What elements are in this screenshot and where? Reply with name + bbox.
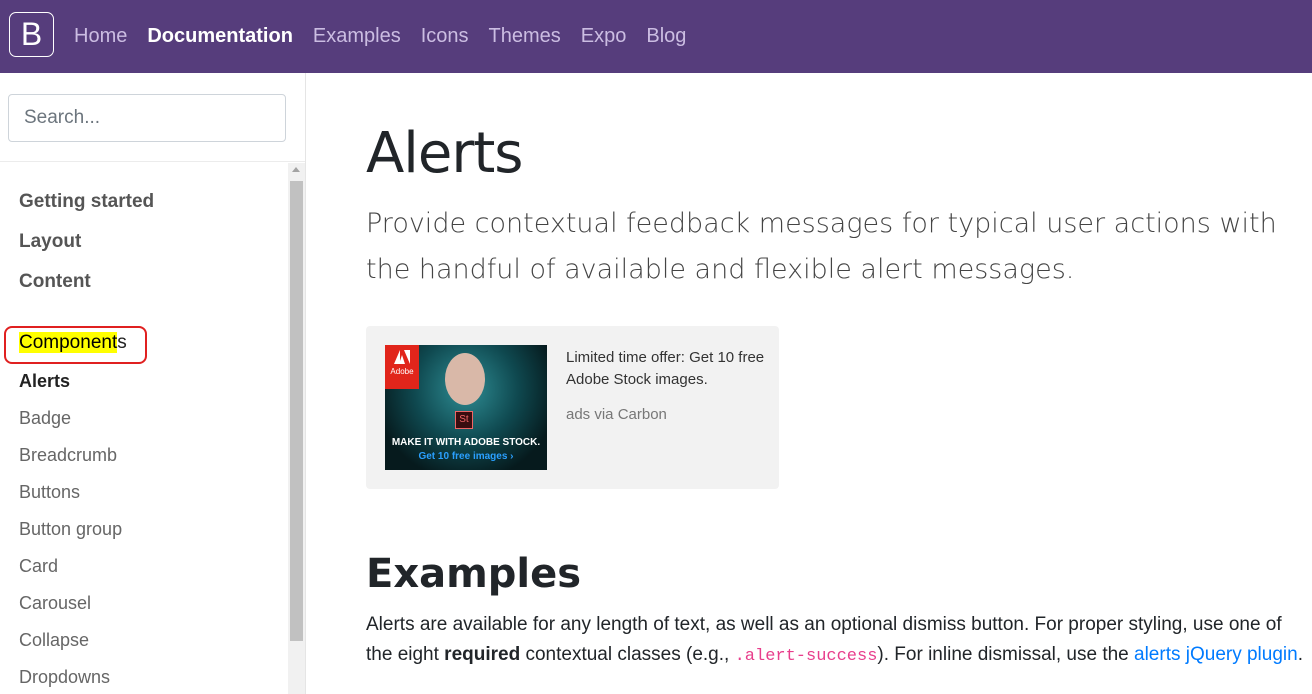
sidebar-section-content[interactable]: Content: [19, 271, 91, 293]
sidebar-item-collapse[interactable]: Collapse: [19, 630, 89, 651]
sidebar-section-getting-started[interactable]: Getting started: [19, 191, 154, 213]
bootstrap-logo[interactable]: B: [9, 12, 54, 57]
ad-portrait: [445, 353, 485, 405]
para-text-4: .: [1297, 644, 1303, 665]
stock-icon: St: [455, 411, 473, 429]
sidebar-item-alerts[interactable]: Alerts: [19, 371, 70, 392]
sidebar-section-components[interactable]: Components: [19, 332, 127, 354]
sidebar-item-carousel[interactable]: Carousel: [19, 593, 91, 614]
ad-image[interactable]: Adobe St MAKE IT WITH ADOBE STOCK. Get 1…: [385, 345, 547, 470]
components-suffix: s: [117, 332, 127, 353]
sidebar-item-breadcrumb[interactable]: Breadcrumb: [19, 445, 117, 466]
adobe-logo-icon: Adobe: [385, 345, 419, 389]
examples-paragraph: Alerts are available for any length of t…: [366, 610, 1311, 672]
sidebar-item-dropdowns[interactable]: Dropdowns: [19, 667, 110, 688]
para-bold: required: [444, 644, 521, 665]
section-heading-examples: Examples: [366, 551, 582, 597]
para-text-2: contextual classes (e.g.,: [520, 644, 735, 665]
nav-icons[interactable]: Icons: [421, 25, 469, 48]
nav-links: Home Documentation Examples Icons Themes…: [74, 0, 706, 73]
para-text-3: ). For inline dismissal, use the: [877, 644, 1135, 665]
search-area: [0, 73, 305, 162]
sidebar-scrollbar[interactable]: [288, 163, 305, 694]
highlighted-text: Component: [19, 332, 118, 353]
sidebar-item-card[interactable]: Card: [19, 556, 58, 577]
carbon-ad[interactable]: Adobe St MAKE IT WITH ADOBE STOCK. Get 1…: [366, 326, 779, 489]
scrollbar-thumb[interactable]: [290, 181, 303, 641]
sidebar-item-button-group[interactable]: Button group: [19, 519, 122, 540]
nav-blog[interactable]: Blog: [646, 25, 686, 48]
ad-tagline: MAKE IT WITH ADOBE STOCK.: [391, 437, 541, 448]
nav-themes[interactable]: Themes: [489, 25, 561, 48]
sidebar-item-badge[interactable]: Badge: [19, 408, 71, 429]
ad-text[interactable]: Limited time offer: Get 10 free Adobe St…: [566, 347, 766, 391]
main-content: Alerts Provide contextual feedback messa…: [306, 73, 1312, 694]
nav-home[interactable]: Home: [74, 25, 127, 48]
page-lead: Provide contextual feedback messages for…: [366, 208, 1277, 285]
ad-via-carbon[interactable]: ads via Carbon: [566, 406, 667, 423]
nav-examples[interactable]: Examples: [313, 25, 401, 48]
adobe-badge-text: Adobe: [390, 367, 414, 376]
sidebar-section-layout[interactable]: Layout: [19, 231, 81, 253]
page-title: Alerts: [366, 121, 523, 186]
docs-sidebar: Getting started Layout Content Component…: [0, 73, 306, 694]
search-input[interactable]: [8, 94, 286, 142]
scroll-up-arrow-icon[interactable]: [292, 167, 300, 172]
top-navbar: B Home Documentation Examples Icons Them…: [0, 0, 1312, 73]
nav-documentation[interactable]: Documentation: [147, 25, 293, 48]
adobe-a-icon: [394, 350, 410, 364]
alerts-jquery-plugin-link[interactable]: alerts jQuery plugin: [1134, 644, 1298, 665]
nav-expo[interactable]: Expo: [581, 25, 627, 48]
sidebar-item-buttons[interactable]: Buttons: [19, 482, 80, 503]
code-alert-success: .alert-success: [734, 647, 878, 666]
ad-cta[interactable]: Get 10 free images ›: [385, 451, 547, 462]
